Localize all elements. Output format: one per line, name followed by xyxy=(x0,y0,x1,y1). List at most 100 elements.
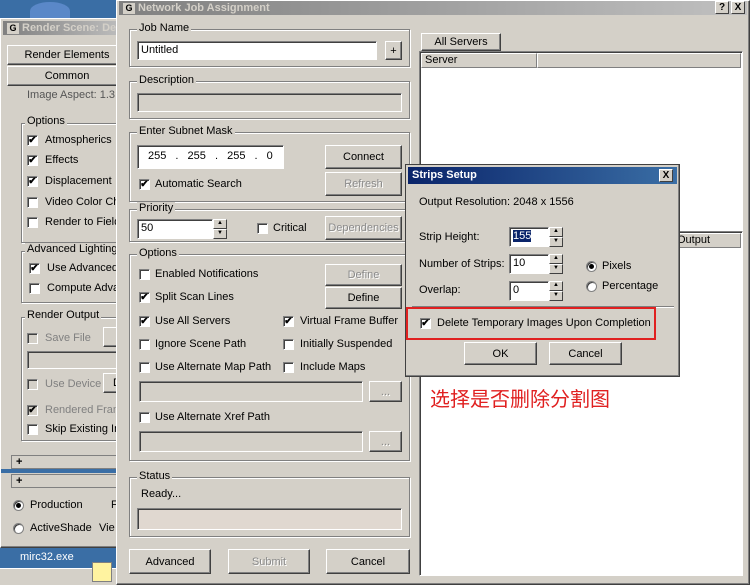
enabled-notifications-checkbox[interactable] xyxy=(139,269,150,280)
ignore-scene-path-label: Ignore Scene Path xyxy=(155,338,247,350)
cancel-button[interactable]: Cancel xyxy=(326,549,410,574)
define-strips-button[interactable]: Define xyxy=(325,287,402,309)
strips-cancel-button[interactable]: Cancel xyxy=(549,342,622,365)
strip-height-label: Strip Height: xyxy=(419,231,480,243)
image-aspect-cutoff: Image Aspect: 1.3 xyxy=(27,89,116,101)
tab-render-elements[interactable]: Render Elements xyxy=(7,45,127,65)
save-file-label: Save File xyxy=(45,332,91,344)
automatic-search-label: Automatic Search xyxy=(155,178,242,190)
tray-icon[interactable] xyxy=(92,562,112,582)
include-maps-checkbox[interactable] xyxy=(283,362,294,373)
compute-advanced-checkbox[interactable] xyxy=(29,283,40,294)
critical-checkbox[interactable] xyxy=(257,223,268,234)
num-strips-spinner[interactable]: ▲ ▼ xyxy=(549,254,563,274)
use-alternate-xref-path-label: Use Alternate Xref Path xyxy=(155,411,270,423)
job-name-plus-button[interactable]: + xyxy=(385,41,402,60)
activeshade-label: ActiveShade xyxy=(30,522,92,534)
ignore-scene-path-checkbox[interactable] xyxy=(139,339,150,350)
advanced-lighting-group xyxy=(21,251,131,303)
activeshade-radio[interactable] xyxy=(13,523,24,534)
virtual-frame-buffer-checkbox[interactable]: ✔ xyxy=(283,316,294,327)
num-strips-label: Number of Strips: xyxy=(419,258,505,270)
split-scan-lines-checkbox[interactable]: ✔ xyxy=(139,292,150,303)
production-radio[interactable] xyxy=(13,500,24,511)
define-notifications-button[interactable]: Define xyxy=(325,264,402,286)
split-scan-lines-label: Split Scan Lines xyxy=(155,291,234,303)
rendered-frame-checkbox[interactable]: ✔ xyxy=(27,405,38,416)
strip-height-field[interactable]: 155 xyxy=(509,227,549,247)
virtual-frame-buffer-label: Virtual Frame Buffer xyxy=(300,315,399,327)
video-color-check-checkbox[interactable] xyxy=(27,197,38,208)
annotation-text: 选择是否删除分割图 xyxy=(430,387,610,411)
priority-field[interactable]: 50 xyxy=(137,219,213,239)
dependencies-button[interactable]: Dependencies xyxy=(325,216,402,240)
compute-advanced-label: Compute Adva xyxy=(47,282,120,294)
render-to-field-checkbox[interactable] xyxy=(27,217,38,228)
displacement-checkbox[interactable]: ✔ xyxy=(27,176,38,187)
effects-checkbox[interactable]: ✔ xyxy=(27,155,38,166)
rollout-bar-2[interactable]: + xyxy=(11,474,131,488)
render-scene-titlebar: G Render Scene: De xyxy=(3,21,127,35)
tab-all-servers[interactable]: All Servers xyxy=(421,33,501,51)
num-strips-field[interactable]: 10 xyxy=(509,254,549,274)
initially-suspended-label: Initially Suspended xyxy=(300,338,393,350)
job-name-label: Job Name xyxy=(137,22,192,34)
taskbar-item[interactable]: mirc32.exe xyxy=(20,551,74,563)
priority-spinner[interactable]: ▲ ▼ xyxy=(213,219,227,239)
help-button[interactable]: ? xyxy=(715,1,729,14)
automatic-search-checkbox[interactable]: ✔ xyxy=(139,179,150,190)
use-alternate-xref-path-checkbox[interactable] xyxy=(139,412,150,423)
skip-existing-label: Skip Existing Im xyxy=(45,423,124,435)
render-output-label: Render Output xyxy=(25,309,102,321)
tab-common[interactable]: Common xyxy=(7,66,127,86)
use-advanced-checkbox[interactable]: ✔ xyxy=(29,263,40,274)
xref-path-browse-button[interactable]: ... xyxy=(369,431,402,452)
description-field[interactable] xyxy=(137,93,402,112)
percentage-label: Percentage xyxy=(602,280,659,292)
connect-button[interactable]: Connect xyxy=(325,145,402,169)
priority-label: Priority xyxy=(137,202,176,214)
use-all-servers-checkbox[interactable]: ✔ xyxy=(139,316,150,327)
overlap-field[interactable]: 0 xyxy=(509,281,549,301)
skip-existing-checkbox[interactable] xyxy=(27,424,38,435)
alternate-map-path-field[interactable] xyxy=(139,381,363,402)
ok-button[interactable]: OK xyxy=(464,342,537,365)
alternate-xref-path-field[interactable] xyxy=(139,431,363,452)
use-all-servers-label: Use All Servers xyxy=(155,315,231,327)
include-maps-label: Include Maps xyxy=(300,361,366,373)
strip-height-spinner[interactable]: ▲ ▼ xyxy=(549,227,563,247)
map-path-browse-button[interactable]: ... xyxy=(369,381,402,402)
enabled-notifications-label: Enabled Notifications xyxy=(155,268,259,280)
strips-setup-titlebar: Strips Setup xyxy=(408,167,677,184)
scroll-strip xyxy=(1,469,131,473)
status-bar xyxy=(137,508,402,530)
initially-suspended-checkbox[interactable] xyxy=(283,339,294,350)
view-label: Vie xyxy=(99,522,115,534)
output-resolution-text: Output Resolution: 2048 x 1556 xyxy=(419,196,574,208)
use-device-checkbox[interactable] xyxy=(27,379,38,390)
overlap-spinner[interactable]: ▲ ▼ xyxy=(549,281,563,301)
subnet-mask-field[interactable]: 255 . 255 . 255 . 0 xyxy=(137,145,284,169)
displacement-label: Displacement xyxy=(45,175,112,187)
pixels-radio[interactable] xyxy=(586,261,597,272)
percentage-radio[interactable] xyxy=(586,281,597,292)
options-label: Options xyxy=(137,247,179,259)
server-column-header[interactable]: Server xyxy=(421,53,537,68)
submit-button[interactable]: Submit xyxy=(228,549,310,574)
job-name-field[interactable]: Untitled xyxy=(137,41,377,60)
use-alternate-map-path-checkbox[interactable] xyxy=(139,362,150,373)
rollout-bar-1[interactable]: + xyxy=(11,455,131,469)
atmospherics-checkbox[interactable]: ✔ xyxy=(27,135,38,146)
strips-close-button[interactable]: X xyxy=(659,169,673,182)
close-button[interactable]: X xyxy=(731,1,745,14)
advanced-button[interactable]: Advanced xyxy=(129,549,211,574)
output-column-header[interactable]: Output xyxy=(673,233,741,248)
network-job-titlebar: G Network Job Assignment xyxy=(119,1,747,15)
highlight-box xyxy=(406,307,656,340)
refresh-button[interactable]: Refresh xyxy=(325,172,402,196)
critical-label: Critical xyxy=(273,222,307,234)
save-file-checkbox[interactable] xyxy=(27,333,38,344)
subnet-label: Enter Subnet Mask xyxy=(137,125,235,137)
effects-label: Effects xyxy=(45,154,79,166)
render-scene-window: G Render Scene: De Render Elements Common… xyxy=(0,18,131,548)
